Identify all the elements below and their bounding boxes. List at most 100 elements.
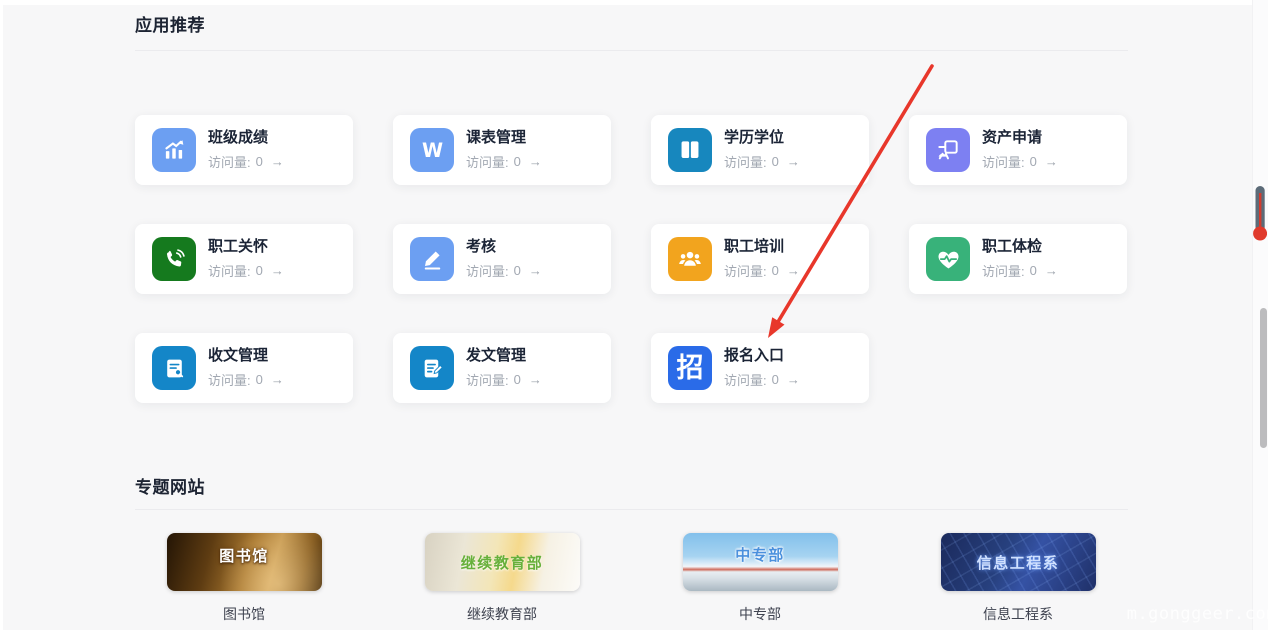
app-visits: 访问量: 0 → xyxy=(208,152,284,171)
visits-count: 0 xyxy=(256,154,263,169)
app-visits: 访问量:0→ xyxy=(466,261,542,280)
visits-label: 访问量: xyxy=(208,261,251,280)
svg-text:W: W xyxy=(421,139,442,162)
site-label: 图书馆 xyxy=(223,604,265,624)
app-card[interactable]: 学历学位访问量:0→ xyxy=(651,115,869,185)
apps-section-title: 应用推荐 xyxy=(135,11,205,36)
bar-chart-icon xyxy=(152,128,196,172)
site-item: 图书馆图书馆 xyxy=(135,533,353,624)
site-thumbnail[interactable]: 图书馆 xyxy=(167,533,322,591)
app-title: 收文管理 xyxy=(208,347,284,364)
site-thumbnail-title: 继续教育部 xyxy=(461,552,544,573)
app-info: 资产申请访问量:0→ xyxy=(982,129,1058,171)
main-content: 应用推荐 班级成绩访问量:0→W课表管理访问量:0→学历学位访问量:0→资产申请… xyxy=(135,0,1128,630)
app-card[interactable]: 招报名入口访问量:0→ xyxy=(651,333,869,403)
app-visits: 访问量: 0 → xyxy=(208,370,284,389)
site-thumbnail[interactable]: 继续教育部 xyxy=(425,533,580,591)
app-info: 班级成绩访问量: 0 → xyxy=(208,129,284,171)
recruit-badge-icon: 招 xyxy=(668,346,712,390)
arrow-right-icon: → xyxy=(529,263,542,278)
section-divider xyxy=(135,50,1128,51)
app-card[interactable]: 职工关怀访问量: 0 → xyxy=(135,224,353,294)
app-title: 考核 xyxy=(466,238,542,255)
timetable-icon: W xyxy=(410,128,454,172)
visits-count: 0 xyxy=(514,154,521,169)
visits-count: 0 xyxy=(772,154,779,169)
site-thumbnail[interactable]: 中专部 xyxy=(683,533,838,591)
visits-label: 访问量: xyxy=(466,370,509,389)
watermark: m.gonggeer.com xyxy=(1127,604,1268,624)
app-card[interactable]: 班级成绩访问量: 0 → xyxy=(135,115,353,185)
app-visits: 访问量: 0 → xyxy=(208,261,284,280)
app-info: 课表管理访问量:0→ xyxy=(466,129,542,171)
site-thumbnail-title: 图书馆 xyxy=(219,545,269,566)
thermometer-icon xyxy=(1253,186,1267,242)
app-info: 学历学位访问量:0→ xyxy=(724,129,800,171)
site-item: 中专部中专部 xyxy=(651,533,869,624)
app-card[interactable]: 职工培训访问量:0→ xyxy=(651,224,869,294)
visits-count: 0 xyxy=(514,372,521,387)
visits-label: 访问量: xyxy=(466,261,509,280)
arrow-right-icon: → xyxy=(529,154,542,169)
app-info: 职工关怀访问量: 0 → xyxy=(208,238,284,280)
app-card[interactable]: 职工体检访问量:0→ xyxy=(909,224,1127,294)
heart-pulse-icon xyxy=(926,237,970,281)
app-info: 职工体检访问量:0→ xyxy=(982,238,1058,280)
app-card[interactable]: 考核访问量:0→ xyxy=(393,224,611,294)
app-card[interactable]: 发文管理访问量:0→ xyxy=(393,333,611,403)
app-title: 课表管理 xyxy=(466,129,542,146)
site-thumbnail[interactable]: 信息工程系 xyxy=(941,533,1096,591)
site-item: 信息工程系信息工程系 xyxy=(909,533,1127,624)
app-info: 报名入口访问量:0→ xyxy=(724,347,800,389)
app-title: 职工关怀 xyxy=(208,238,284,255)
sites-grid: 图书馆图书馆继续教育部继续教育部中专部中专部信息工程系信息工程系 xyxy=(135,533,1127,624)
doc-search-icon xyxy=(152,346,196,390)
app-card[interactable]: 资产申请访问量:0→ xyxy=(909,115,1127,185)
app-title: 资产申请 xyxy=(982,129,1058,146)
visits-count: 0 xyxy=(772,263,779,278)
doc-edit-icon xyxy=(410,346,454,390)
pencil-icon xyxy=(410,237,454,281)
asset-machine-icon xyxy=(926,128,970,172)
site-thumbnail-title: 信息工程系 xyxy=(977,552,1060,573)
visits-label: 访问量: xyxy=(208,152,251,171)
visits-label: 访问量: xyxy=(982,261,1025,280)
site-item: 继续教育部继续教育部 xyxy=(393,533,611,624)
visits-count: 0 xyxy=(256,263,263,278)
arrow-right-icon: → xyxy=(787,372,800,387)
site-label: 信息工程系 xyxy=(983,604,1053,624)
visits-count: 0 xyxy=(1030,154,1037,169)
app-visits: 访问量:0→ xyxy=(982,261,1058,280)
arrow-right-icon: → xyxy=(271,263,284,278)
visits-label: 访问量: xyxy=(208,370,251,389)
app-visits: 访问量:0→ xyxy=(724,370,800,389)
app-title: 职工培训 xyxy=(724,238,800,255)
scrollbar-thumb[interactable] xyxy=(1260,308,1267,448)
arrow-right-icon: → xyxy=(1045,154,1058,169)
app-info: 考核访问量:0→ xyxy=(466,238,542,280)
sites-section-title: 专题网站 xyxy=(135,473,205,498)
thermometer-scroll-widget[interactable] xyxy=(1253,186,1267,247)
recruit-character: 招 xyxy=(677,355,704,382)
app-card[interactable]: W课表管理访问量:0→ xyxy=(393,115,611,185)
site-thumbnail-title: 中专部 xyxy=(735,544,785,565)
apps-grid: 班级成绩访问量:0→W课表管理访问量:0→学历学位访问量:0→资产申请访问量:0… xyxy=(135,115,1127,403)
visits-count: 0 xyxy=(256,372,263,387)
app-info: 收文管理访问量: 0 → xyxy=(208,347,284,389)
site-label: 中专部 xyxy=(739,604,781,624)
app-title: 班级成绩 xyxy=(208,129,284,146)
app-visits: 访问量:0→ xyxy=(982,152,1058,171)
site-label: 继续教育部 xyxy=(467,604,537,624)
app-visits: 访问量:0→ xyxy=(724,261,800,280)
app-card[interactable]: 收文管理访问量: 0 → xyxy=(135,333,353,403)
app-title: 报名入口 xyxy=(724,347,800,364)
app-title: 学历学位 xyxy=(724,129,800,146)
arrow-right-icon: → xyxy=(787,263,800,278)
open-book-icon xyxy=(668,128,712,172)
visits-label: 访问量: xyxy=(724,370,767,389)
arrow-right-icon: → xyxy=(271,154,284,169)
visits-count: 0 xyxy=(1030,263,1037,278)
section-divider xyxy=(135,509,1128,510)
people-icon xyxy=(668,237,712,281)
arrow-right-icon: → xyxy=(271,372,284,387)
